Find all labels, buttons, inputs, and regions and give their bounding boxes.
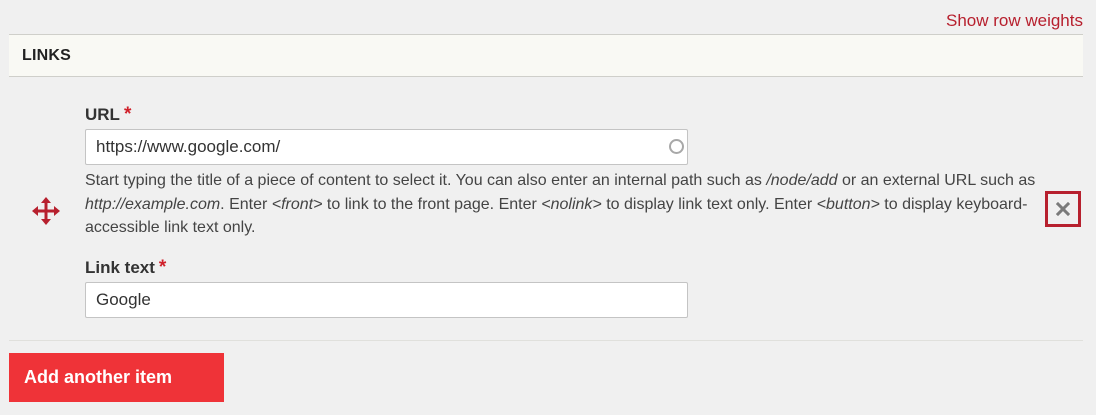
show-row-weights-link[interactable]: Show row weights xyxy=(946,11,1083,31)
table-title: LINKS xyxy=(22,47,71,64)
description-example: <front> xyxy=(271,195,323,213)
remove-item-button[interactable] xyxy=(1045,191,1081,227)
close-icon xyxy=(1056,202,1070,216)
link-text-input[interactable] xyxy=(85,282,688,318)
description-text: or an external URL such as xyxy=(837,172,1036,189)
table-row: URL* Start typing the title of a piece o… xyxy=(9,78,1083,341)
description-text: . Enter xyxy=(220,195,272,213)
description-example: <button> xyxy=(816,195,880,213)
url-label-text: URL xyxy=(85,105,120,124)
autocomplete-throbber-icon xyxy=(669,139,684,154)
links-field-widget: Show row weights LINKS URL* Start typing… xyxy=(0,0,1096,415)
url-description: Start typing the title of a piece of con… xyxy=(85,169,1055,240)
description-example: <nolink> xyxy=(541,195,602,213)
description-text: to link to the front page. Enter xyxy=(322,195,542,213)
description-text: to display link text only. Enter xyxy=(601,195,817,213)
description-text: Start typing the title of a piece of con… xyxy=(85,172,767,189)
url-label: URL * xyxy=(85,104,131,126)
add-another-item-button[interactable]: Add another item xyxy=(9,353,224,402)
move-arrows-icon[interactable] xyxy=(30,195,62,227)
table-header: LINKS xyxy=(9,34,1083,77)
description-example: /node/add xyxy=(766,172,838,189)
required-marker: * xyxy=(158,257,167,278)
link-text-label-text: Link text xyxy=(85,258,155,277)
link-text-label: Link text * xyxy=(85,257,166,279)
url-input[interactable] xyxy=(85,129,688,165)
description-example: http://example.com xyxy=(85,195,221,213)
required-marker: * xyxy=(123,104,132,125)
